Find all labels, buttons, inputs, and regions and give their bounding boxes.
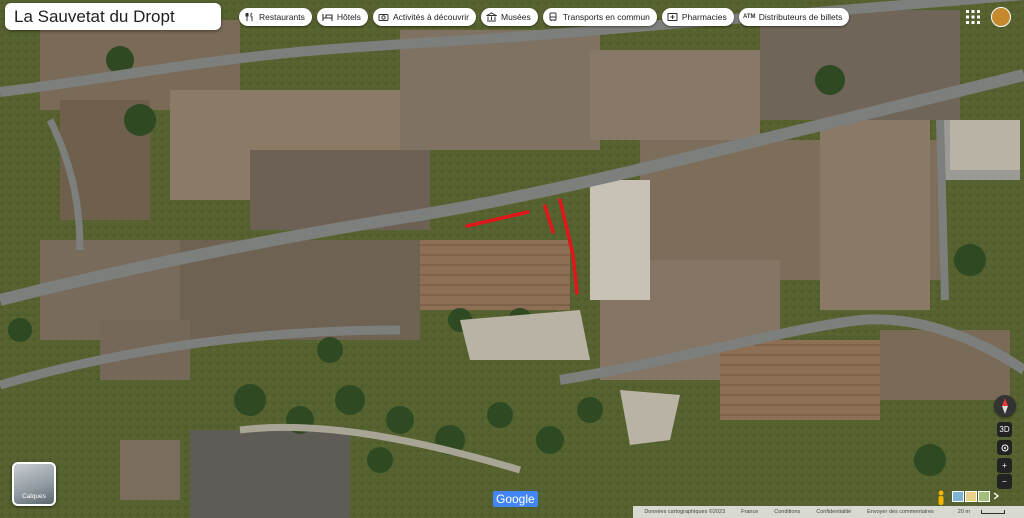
compass-icon[interactable]	[994, 395, 1016, 417]
imagery-thumb[interactable]	[952, 491, 964, 502]
terms-link[interactable]: Conditions	[774, 509, 800, 515]
pharmacy-icon	[667, 12, 678, 23]
country-link[interactable]: France	[741, 509, 758, 515]
chip-label: Restaurants	[259, 12, 305, 22]
chip-pharmacies[interactable]: Pharmacies	[661, 8, 734, 26]
google-logo: Google	[493, 491, 538, 507]
imagery-thumb[interactable]	[965, 491, 977, 502]
avatar[interactable]	[991, 7, 1011, 27]
hotel-icon	[322, 12, 333, 23]
transit-icon	[548, 12, 559, 23]
chip-label: Transports en commun	[562, 12, 650, 22]
layers-button[interactable]: Calques	[12, 462, 56, 506]
search-box[interactable]: La Sauvetat du Dropt	[5, 3, 221, 30]
chip-label: Distributeurs de billets	[758, 12, 843, 22]
chip-atm[interactable]: ATM Distributeurs de billets	[738, 8, 850, 26]
category-chips: Restaurants Hôtels Activités à découvrir…	[239, 8, 850, 26]
chip-label: Pharmacies	[681, 12, 727, 22]
chip-museums[interactable]: Musées	[481, 8, 538, 26]
camera-icon	[378, 12, 389, 23]
chip-restaurants[interactable]: Restaurants	[239, 8, 312, 26]
my-location-icon[interactable]	[997, 440, 1012, 455]
scale-label: 20 m	[957, 509, 970, 515]
chip-label: Activités à découvrir	[392, 12, 469, 22]
pegman-icon[interactable]	[935, 490, 947, 506]
chip-transit[interactable]: Transports en commun	[542, 8, 657, 26]
scale-bar[interactable]: 20 m	[950, 509, 1013, 515]
zoom-out-button[interactable]: −	[997, 474, 1012, 489]
scale-line	[981, 510, 1005, 514]
chip-hotels[interactable]: Hôtels	[316, 8, 368, 26]
chip-label: Musées	[501, 12, 531, 22]
zoom-in-button[interactable]: +	[997, 458, 1012, 473]
atm-icon: ATM	[742, 14, 756, 20]
search-title: La Sauvetat du Dropt	[14, 6, 175, 26]
layers-label: Calques	[22, 493, 46, 500]
satellite-map[interactable]	[0, 0, 1024, 518]
copyright-text: Données cartographiques ©2023	[644, 509, 726, 515]
chip-activities[interactable]: Activités à découvrir	[372, 8, 476, 26]
apps-grid-icon[interactable]	[964, 8, 982, 26]
chip-label: Hôtels	[336, 12, 361, 22]
feedback-link[interactable]: Envoyer des commentaires	[867, 509, 934, 515]
imagery-thumb[interactable]	[978, 491, 990, 502]
imagery-thumbnails[interactable]	[952, 491, 990, 502]
privacy-link[interactable]: Confidentialité	[816, 509, 851, 515]
map-footer: Données cartographiques ©2023 France Con…	[633, 506, 1024, 518]
restaurant-icon	[244, 12, 255, 23]
tilt-3d-button[interactable]: 3D	[997, 422, 1012, 437]
museum-icon	[486, 12, 497, 23]
expand-icon[interactable]	[991, 491, 1001, 501]
